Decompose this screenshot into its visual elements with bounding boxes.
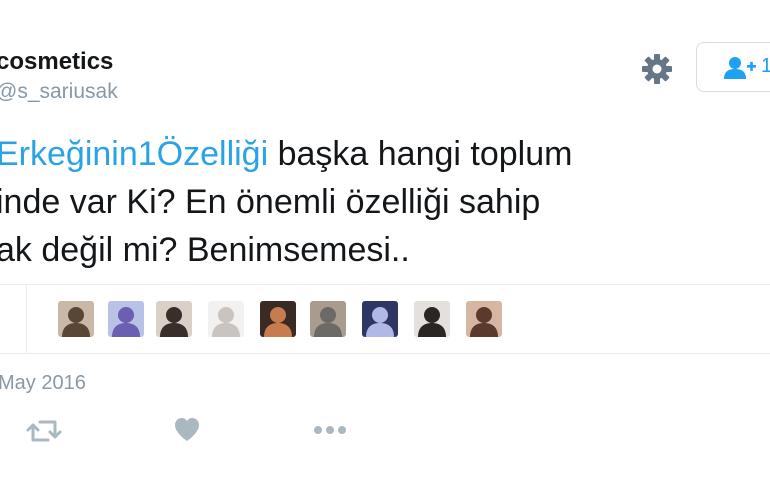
follow-user-icon <box>724 57 756 79</box>
liker-avatar-3[interactable] <box>156 301 192 337</box>
tweet-line-2: inde var Ki? En önemli özelliği sahip <box>0 183 541 221</box>
tweet-line-1-rest: başka hangi toplum <box>268 135 573 173</box>
tweet-text: Erkeğinin1Özelliği başka hangi toplum in… <box>0 130 770 274</box>
liker-avatar-1[interactable] <box>58 301 94 337</box>
gear-icon[interactable] <box>640 52 674 86</box>
liker-avatar-7[interactable] <box>362 301 398 337</box>
liker-avatar-2[interactable] <box>108 301 144 337</box>
tweet-line-3: ak değil mi? Benimsemesi.. <box>0 231 410 269</box>
likers-row <box>0 284 770 354</box>
more-icon[interactable] <box>310 415 350 450</box>
liker-avatar-6[interactable] <box>310 301 346 337</box>
liker-avatar-5[interactable] <box>260 301 296 337</box>
display-name[interactable]: cosmetics <box>0 48 113 76</box>
follow-count: 1 <box>761 55 770 77</box>
liker-avatar-4[interactable] <box>208 301 244 337</box>
tweet-line-1: Erkeğinin1Özelliği başka hangi toplum <box>0 130 770 178</box>
user-handle[interactable]: @s_sariusak <box>0 80 118 104</box>
liker-avatar-9[interactable] <box>466 301 502 337</box>
heart-icon[interactable] <box>172 415 202 450</box>
liker-avatar-8[interactable] <box>414 301 450 337</box>
retweet-icon[interactable] <box>24 415 64 452</box>
hashtag-link[interactable]: Erkeğinin1Özelliği <box>0 135 268 173</box>
follow-button[interactable]: 1 <box>696 42 770 92</box>
likers-divider <box>26 285 27 353</box>
tweet-date[interactable]: May 2016 <box>0 372 86 395</box>
